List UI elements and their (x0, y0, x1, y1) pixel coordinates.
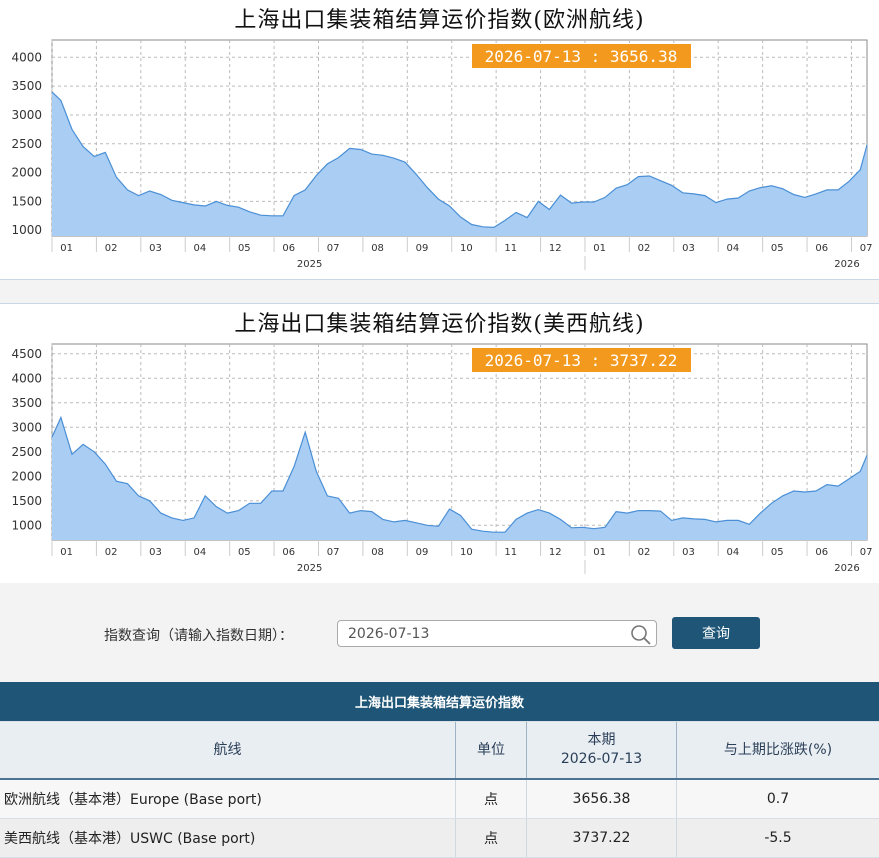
x-tick-label: 05 (771, 243, 784, 254)
x-tick-label: 07 (860, 547, 873, 558)
y-tick-label: 2000 (11, 469, 42, 483)
year-label: 2026 (834, 563, 859, 574)
x-tick-label: 04 (194, 547, 207, 558)
x-tick-label: 05 (771, 547, 784, 558)
row-unit: 点 (456, 779, 527, 819)
header-unit: 单位 (456, 722, 527, 780)
x-tick-label: 11 (504, 547, 517, 558)
panel-gap (0, 280, 879, 303)
row-change: -5.5 (677, 819, 879, 858)
chart-uswc[interactable]: 1000 1500 2000 2500 3000 3500 4000 4500 01 02 03 04… (0, 304, 879, 583)
x-tick-label: 05 (238, 243, 251, 254)
row-change: 0.7 (677, 779, 879, 819)
x-tick-label: 11 (504, 243, 517, 254)
x-tick-label: 01 (60, 547, 73, 558)
x-tick-label: 02 (105, 243, 118, 254)
x-tick-label: 05 (238, 547, 251, 558)
row-value: 3656.38 (527, 779, 677, 819)
x-tick-label: 07 (327, 547, 340, 558)
x-tick-label: 03 (682, 243, 695, 254)
x-tick-label: 03 (149, 547, 162, 558)
tooltip-text: 2026-07-13 : 3656.38 (485, 47, 678, 66)
x-tick-label: 12 (549, 243, 562, 254)
x-tick-label: 10 (460, 243, 473, 254)
x-tick-label: 02 (638, 243, 651, 254)
chart-europe[interactable]: 1000 1500 2000 2500 3000 3500 4000 01 02 03 04 05 06… (0, 0, 879, 279)
table-row: 美西航线（基本港）USWC (Base port) 点 3737.22 -5.5 (0, 819, 879, 858)
y-tick-label: 1500 (11, 194, 42, 208)
y-tick-label: 1500 (11, 494, 42, 508)
index-table: 上海出口集装箱结算运价指数 航线 单位 本期 2026-07-13 与上期比涨跌… (0, 682, 879, 858)
header-period-date: 2026-07-13 (561, 751, 642, 767)
search-icon[interactable] (630, 624, 652, 646)
x-tick-label: 01 (593, 547, 606, 558)
header-period: 本期 2026-07-13 (527, 722, 677, 780)
row-route: 美西航线（基本港）USWC (Base port) (0, 819, 456, 858)
y-tick-label: 4000 (11, 371, 42, 385)
chart-panel-europe: 上海出口集装箱结算运价指数(欧洲航线) 10001500200025003000… (0, 0, 879, 280)
x-tick-label: 04 (194, 243, 207, 254)
x-tick-label: 06 (282, 243, 295, 254)
y-tick-label: 4500 (11, 347, 42, 361)
y-tick-label: 4000 (11, 50, 42, 64)
x-tick-label: 08 (371, 547, 384, 558)
year-label: 2025 (297, 259, 322, 270)
tooltip-text: 2026-07-13 : 3737.22 (485, 351, 678, 370)
table-row: 欧洲航线（基本港）Europe (Base port) 点 3656.38 0.… (0, 779, 879, 819)
plot-area (52, 344, 867, 540)
x-tick-label: 04 (727, 547, 740, 558)
x-tick-label: 03 (682, 547, 695, 558)
y-tick-label: 3000 (11, 108, 42, 122)
x-tick-label: 09 (416, 547, 429, 558)
year-label: 2026 (834, 259, 859, 270)
row-route: 欧洲航线（基本港）Europe (Base port) (0, 779, 456, 819)
x-tick-label: 08 (371, 243, 384, 254)
query-area: 指数查询（请输入指数日期）： 查询 (0, 583, 879, 682)
y-tick-label: 3500 (11, 396, 42, 410)
y-tick-label: 1000 (11, 518, 42, 532)
x-tick-label: 06 (815, 547, 828, 558)
year-label: 2025 (297, 563, 322, 574)
x-tick-label: 09 (416, 243, 429, 254)
y-tick-label: 3000 (11, 420, 42, 434)
header-period-label: 本期 (588, 732, 616, 748)
row-value: 3737.22 (527, 819, 677, 858)
header-route: 航线 (0, 722, 456, 780)
chart-panel-uswc: 上海出口集装箱结算运价指数(美西航线) 10001500200025003000… (0, 303, 879, 584)
x-tick-label: 03 (149, 243, 162, 254)
y-tick-label: 1000 (11, 223, 42, 237)
query-label: 指数查询（请输入指数日期）： (104, 625, 293, 645)
header-change: 与上期比涨跌(%) (677, 722, 879, 780)
x-tick-label: 06 (815, 243, 828, 254)
y-tick-label: 3500 (11, 79, 42, 93)
x-tick-label: 01 (60, 243, 73, 254)
x-tick-label: 04 (727, 243, 740, 254)
y-tick-label: 2500 (11, 137, 42, 151)
x-tick-label: 07 (860, 243, 873, 254)
y-tick-label: 2000 (11, 166, 42, 180)
x-tick-label: 02 (638, 547, 651, 558)
x-tick-label: 12 (549, 547, 562, 558)
date-input[interactable] (337, 620, 657, 647)
query-button[interactable]: 查询 (672, 617, 760, 649)
x-tick-label: 01 (593, 243, 606, 254)
table-title: 上海出口集装箱结算运价指数 (0, 682, 879, 722)
x-tick-label: 06 (282, 547, 295, 558)
x-tick-label: 02 (105, 547, 118, 558)
x-tick-label: 10 (460, 547, 473, 558)
x-tick-label: 07 (327, 243, 340, 254)
row-unit: 点 (456, 819, 527, 858)
y-tick-label: 2500 (11, 445, 42, 459)
